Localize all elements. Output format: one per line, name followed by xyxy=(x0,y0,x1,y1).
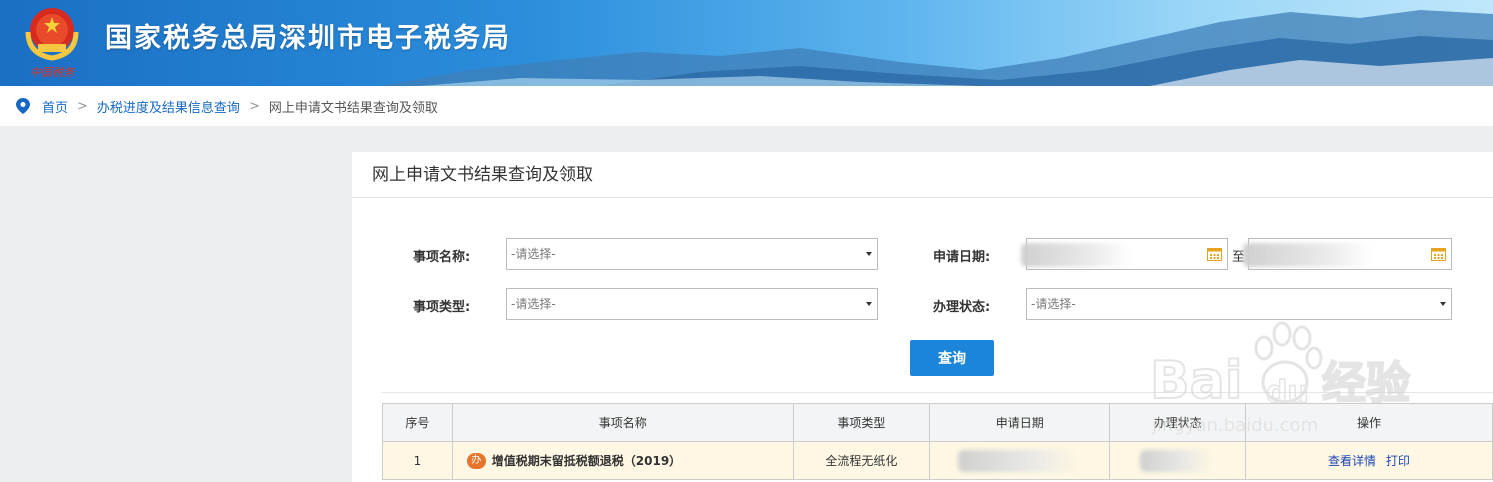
view-details-link[interactable]: 查看详情 xyxy=(1328,454,1376,468)
query-panel: 网上申请文书结果查询及领取 事项名称: -请选择- 申请日期: 至 事项类型: … xyxy=(352,152,1493,482)
row-apply-date xyxy=(929,441,1111,480)
location-pin-icon xyxy=(16,98,30,114)
calendar-icon[interactable] xyxy=(1431,247,1446,261)
breadcrumb-separator: > xyxy=(77,98,88,114)
chevron-down-icon xyxy=(866,302,872,306)
row-status xyxy=(1109,441,1246,480)
item-type-select-value: -请选择- xyxy=(511,297,556,311)
chevron-down-icon xyxy=(1440,302,1446,306)
item-name-select-value: -请选择- xyxy=(511,247,556,261)
site-title: 国家税务总局深圳市电子税务局 xyxy=(105,23,511,54)
row-item-type: 全流程无纸化 xyxy=(792,441,931,480)
breadcrumb-separator: > xyxy=(248,98,260,114)
item-name-select[interactable]: -请选择- xyxy=(506,238,878,270)
apply-date-end-input[interactable] xyxy=(1243,238,1452,270)
col-header-date: 申请日期 xyxy=(929,403,1111,442)
row-item-name-cell: 办增值税期末留抵税额退税（2019） xyxy=(451,441,794,480)
breadcrumb-home-link[interactable]: 首页 xyxy=(42,97,68,116)
row-index: 1 xyxy=(382,441,453,480)
print-link[interactable]: 打印 xyxy=(1386,454,1410,468)
site-banner: 中国税务 国家税务总局深圳市电子税务局 xyxy=(0,0,1493,86)
table-row: 1 办增值税期末留抵税额退税（2019） 全流程无纸化 查看详情 打印 xyxy=(382,441,1493,480)
redacted-date xyxy=(1243,243,1373,267)
status-select-value: -请选择- xyxy=(1031,297,1076,311)
status-label: 办理状态: xyxy=(933,300,991,315)
item-type-label: 事项类型: xyxy=(413,300,471,315)
col-header-status: 办理状态 xyxy=(1109,403,1246,442)
redacted-date xyxy=(958,450,1079,472)
status-select[interactable]: -请选择- xyxy=(1026,288,1452,320)
row-item-name: 增值税期末留抵税额退税（2019） xyxy=(491,453,682,468)
col-header-name: 事项名称 xyxy=(451,403,794,442)
breadcrumb-progress-query-link[interactable]: 办税进度及结果信息查询 xyxy=(97,97,240,116)
redacted-status xyxy=(1140,450,1213,472)
redacted-date xyxy=(1021,243,1131,267)
table-header-row: 序号 事项名称 事项类型 申请日期 办理状态 操作 xyxy=(382,403,1493,442)
panel-title: 网上申请文书结果查询及领取 xyxy=(352,152,1493,198)
col-header-actions: 操作 xyxy=(1244,403,1493,442)
tax-emblem-icon: 中国税务 xyxy=(25,8,79,79)
col-header-index: 序号 xyxy=(382,403,453,442)
query-button[interactable]: 查询 xyxy=(910,340,994,376)
col-header-type: 事项类型 xyxy=(792,403,931,442)
item-type-select[interactable]: -请选择- xyxy=(506,288,878,320)
calendar-icon[interactable] xyxy=(1207,247,1222,261)
row-actions: 查看详情 打印 xyxy=(1244,441,1493,480)
breadcrumb: 首页 > 办税进度及结果信息查询 > 网上申请文书结果查询及领取 xyxy=(0,86,1493,126)
results-table: 序号 事项名称 事项类型 申请日期 办理状态 操作 1 办增值税期末留抵税额退税… xyxy=(382,403,1493,480)
item-name-label: 事项名称: xyxy=(413,250,471,265)
apply-date-label: 申请日期: xyxy=(933,250,991,265)
breadcrumb-current: 网上申请文书结果查询及领取 xyxy=(268,100,438,116)
chevron-down-icon xyxy=(866,252,872,256)
svg-text:中国税务: 中国税务 xyxy=(30,66,75,79)
handle-badge-icon: 办 xyxy=(466,453,486,470)
divider xyxy=(382,392,1493,393)
apply-date-start-input[interactable] xyxy=(1021,238,1228,270)
